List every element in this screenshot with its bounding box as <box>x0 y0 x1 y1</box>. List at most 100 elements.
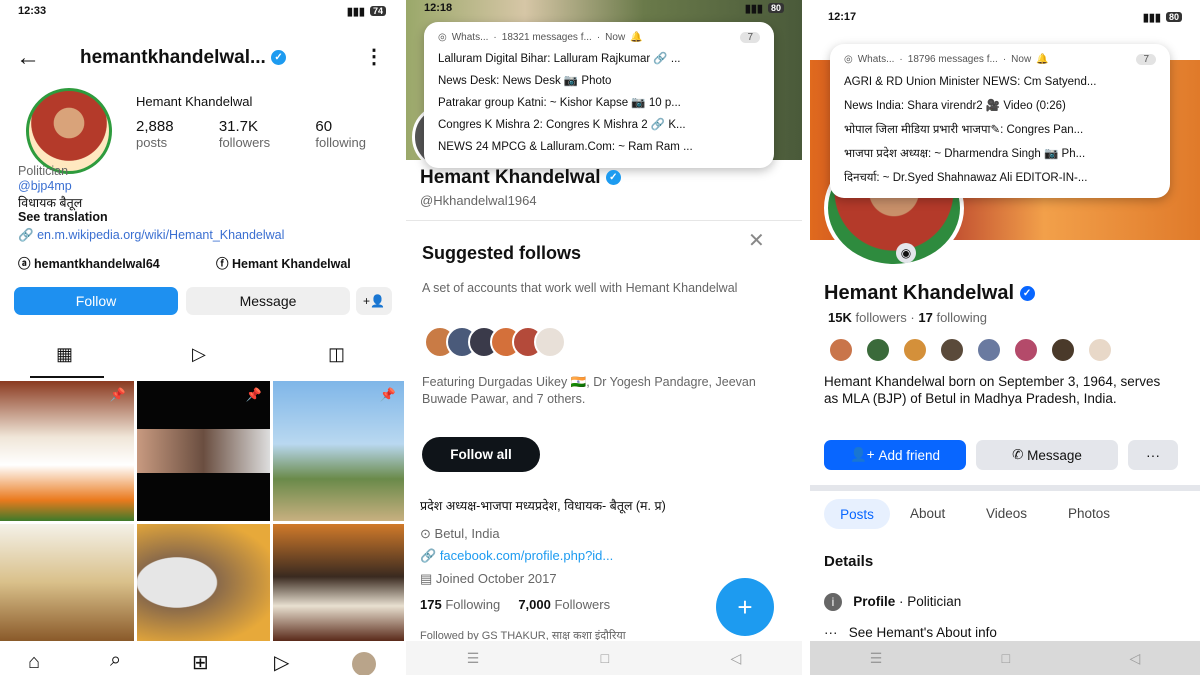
stat-followers[interactable]: 31.7K followers <box>219 118 270 150</box>
profile-mention[interactable]: @bjp4mp <box>18 179 72 193</box>
kebab-icon[interactable]: ⋮ <box>364 44 384 69</box>
status-time: 12:17 <box>828 11 857 23</box>
bell-icon: 🔔 <box>1036 53 1049 65</box>
profile-link[interactable]: 🔗 en.m.wikipedia.org/wiki/Hemant_Khandel… <box>18 228 284 243</box>
post-thumbnail[interactable] <box>0 524 134 641</box>
status-time: 12:18 <box>424 2 453 14</box>
notification-row[interactable]: Congres K Mishra 2: Congres K Mishra 2 🔗… <box>438 114 760 136</box>
follow-counts: 175 Following 7,000 Followers <box>420 597 610 612</box>
friend-avatar[interactable] <box>939 337 965 363</box>
stat-posts[interactable]: 2,888 posts <box>136 118 174 150</box>
friend-avatar[interactable] <box>1013 337 1039 363</box>
reels-nav-icon[interactable]: ▷ <box>274 650 289 675</box>
verified-badge-icon: ✓ <box>605 170 621 186</box>
status-bar: 12:18 ▮▮▮ 80 <box>406 0 802 16</box>
profile-avatar-nav[interactable] <box>352 652 376 675</box>
notification-count: 7 <box>740 31 760 43</box>
add-person-icon[interactable]: +👤 <box>356 287 392 315</box>
profile-display-name: Hemant Khandelwal <box>136 94 253 109</box>
notification-row[interactable]: News India: Shara virendr2 🎥 Video (0:26… <box>844 94 1156 118</box>
profile-link[interactable]: 🔗 facebook.com/profile.php?id... <box>420 548 613 564</box>
post-thumbnail[interactable]: 📌 <box>137 381 270 521</box>
notification-count: 7 <box>1136 53 1156 65</box>
friend-avatar[interactable] <box>1050 337 1076 363</box>
home-button-icon[interactable]: □ <box>601 650 609 666</box>
friend-avatar[interactable] <box>1087 337 1113 363</box>
notification-row[interactable]: भाजपा प्रदेश अध्यक्ष: ~ Dharmendra Singh… <box>844 142 1156 166</box>
post-thumbnail[interactable]: 📌 <box>0 381 134 521</box>
profile-category: Politician <box>18 164 69 178</box>
pin-icon: 📌 <box>245 387 262 402</box>
profile-handle: @Hkhandelwal1964 <box>420 193 537 208</box>
arrow-left-icon[interactable]: ← <box>16 44 40 72</box>
following-link[interactable]: 17 following <box>918 310 987 325</box>
notification-row[interactable]: दिनचर्या: ~ Dr.Syed Shahnawaz Ali EDITOR… <box>844 166 1156 190</box>
reels-icon[interactable]: ▷ <box>192 344 206 365</box>
back-triangle-icon[interactable]: ◁ <box>731 650 742 667</box>
signal-icon: ▮▮▮ <box>1142 11 1161 24</box>
signal-icon: ▮▮▮ <box>346 5 365 18</box>
back-triangle-icon[interactable]: ◁ <box>1130 650 1141 667</box>
suggested-avatar[interactable] <box>534 326 566 358</box>
following-link[interactable]: 175 Following <box>420 597 500 612</box>
friend-avatar[interactable] <box>865 337 891 363</box>
bell-icon: 🔔 <box>630 31 643 43</box>
post-thumbnail[interactable] <box>273 524 404 641</box>
search-icon[interactable]: ⌕ <box>110 649 121 672</box>
friend-avatar[interactable] <box>828 337 854 363</box>
followers-link[interactable]: 7,000 Followers <box>518 597 610 612</box>
threads-link[interactable]: ⓐ hemantkhandelwal64 <box>18 253 160 272</box>
pin-icon: 📌 <box>109 387 126 402</box>
notification-row[interactable]: NEWS 24 MPCG & Lalluram.Com: ~ Ram Ram .… <box>438 136 760 158</box>
post-thumbnail[interactable]: 📌 <box>273 381 404 521</box>
friend-avatar[interactable] <box>902 337 928 363</box>
message-button[interactable]: Message <box>186 287 350 315</box>
recents-icon[interactable]: ☰ <box>870 650 883 667</box>
home-icon[interactable]: ⌂ <box>28 651 40 674</box>
notification-row[interactable]: AGRI & RD Union Minister NEWS: Cm Satyen… <box>844 70 1156 94</box>
friend-avatar[interactable] <box>976 337 1002 363</box>
status-time: 12:33 <box>18 5 47 17</box>
calendar-icon: ▤ <box>420 571 433 586</box>
grid-icon[interactable]: ▦ <box>56 344 73 365</box>
verified-badge-icon: ✓ <box>271 50 287 66</box>
notification-row[interactable]: Lalluram Digital Bihar: Lalluram Rajkuma… <box>438 48 760 70</box>
see-translation-link[interactable]: See translation <box>18 210 108 224</box>
whatsapp-icon: ◎ <box>844 53 853 65</box>
close-icon[interactable]: ✕ <box>748 228 765 253</box>
see-about-link[interactable]: ··· See Hemant's About info <box>824 625 997 640</box>
follow-all-button[interactable]: Follow all <box>422 437 540 472</box>
pin-icon: 📌 <box>379 387 396 402</box>
profile-joined: ▤ Joined October 2017 <box>420 571 557 586</box>
add-friend-button[interactable]: 👤+ Add friend <box>824 440 966 470</box>
home-button-icon[interactable]: □ <box>1002 650 1010 666</box>
facebook-link[interactable]: ⓕ Hemant Khandelwal <box>216 253 351 272</box>
tab-photos[interactable]: Photos <box>1068 506 1110 521</box>
tab-videos[interactable]: Videos <box>986 506 1027 521</box>
camera-icon[interactable]: ◉ <box>896 243 916 263</box>
post-thumbnail[interactable] <box>137 524 270 641</box>
tab-posts[interactable]: Posts <box>824 499 890 529</box>
whatsapp-notification[interactable]: ◎ Whats... · 18321 messages f... · Now 🔔 7 L… <box>424 22 774 168</box>
twitter-panel: 12:18 ▮▮▮ 80 ◎ Whats... · 18321 messages f.… <box>406 0 802 675</box>
notification-header: ◎ Whats... · 18796 messages f... · Now 🔔 7 <box>844 48 1156 70</box>
whatsapp-notification[interactable]: ◎ Whats... · 18796 messages f... · Now 🔔 7 A… <box>830 44 1170 198</box>
stat-following[interactable]: 60 following <box>315 118 366 150</box>
verified-badge-icon: ✓ <box>1019 286 1035 302</box>
recents-icon[interactable]: ☰ <box>467 650 480 667</box>
message-button[interactable]: ✆ Message <box>976 440 1118 470</box>
profile-stats: 2,888 posts 31.7K followers 60 following <box>136 118 396 150</box>
compose-button[interactable]: + <box>716 578 774 636</box>
notification-row[interactable]: News Desk: News Desk 📷 Photo <box>438 70 760 92</box>
followers-link[interactable]: 15K followers <box>828 310 907 325</box>
more-options-button[interactable]: ··· <box>1128 440 1178 470</box>
create-icon[interactable]: ⊞ <box>192 650 209 675</box>
notification-header: ◎ Whats... · 18321 messages f... · Now 🔔 7 <box>438 26 760 48</box>
battery-icon: 74 <box>369 6 386 16</box>
tab-about[interactable]: About <box>910 506 945 521</box>
profile-avatar[interactable] <box>26 88 112 174</box>
notification-row[interactable]: भोपाल जिला मीडिया प्रभारी भाजपा✎: Congre… <box>844 118 1156 142</box>
notification-row[interactable]: Patrakar group Katni: ~ Kishor Kapse 📷 1… <box>438 92 760 114</box>
tagged-icon[interactable]: ◫ <box>328 344 345 365</box>
follow-button[interactable]: Follow <box>14 287 178 315</box>
